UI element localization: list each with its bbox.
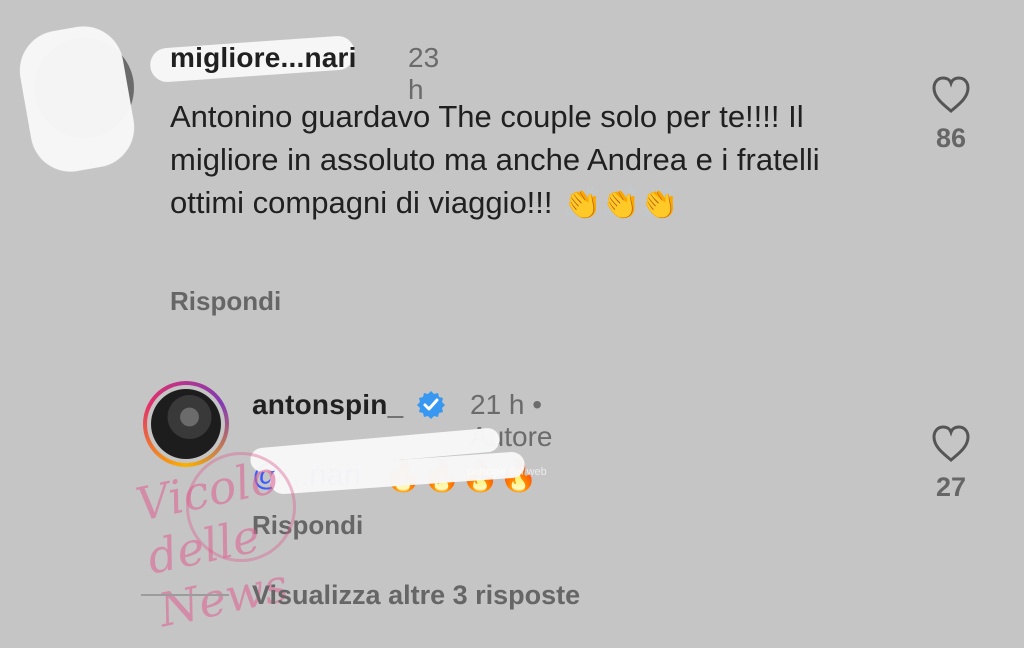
verified-icon xyxy=(417,391,445,419)
comment-time-value: 21 h xyxy=(470,389,525,420)
redaction-scribble xyxy=(13,20,141,178)
comment-body: Antonino guardavo The couple solo per te… xyxy=(170,99,820,220)
avatar[interactable] xyxy=(143,381,229,467)
reply-button[interactable]: Rispondi xyxy=(252,510,363,541)
heart-icon[interactable] xyxy=(930,425,972,463)
thread-divider xyxy=(141,594,229,596)
heart-icon[interactable] xyxy=(930,76,972,114)
view-more-replies-link[interactable]: Visualizza altre 3 risposte xyxy=(252,580,580,611)
comment-thread-screen: migliore...nari 23 h Antonino guardavo T… xyxy=(0,0,1024,648)
like-block: 86 xyxy=(921,76,981,154)
like-count: 27 xyxy=(935,472,967,502)
avatar-photo xyxy=(151,389,221,459)
comment-username[interactable]: migliore...nari xyxy=(170,42,357,74)
like-block: 27 xyxy=(921,425,981,503)
comment-username[interactable]: antonspin_ xyxy=(252,389,403,421)
avatar-ring-inner xyxy=(147,385,225,463)
like-count: 86 xyxy=(935,123,967,153)
reply-button[interactable]: Rispondi xyxy=(170,286,281,317)
meta-separator: • xyxy=(532,389,543,420)
comment-text: Antonino guardavo The couple solo per te… xyxy=(170,95,820,224)
clap-emoji: 👏👏👏 xyxy=(563,186,679,223)
